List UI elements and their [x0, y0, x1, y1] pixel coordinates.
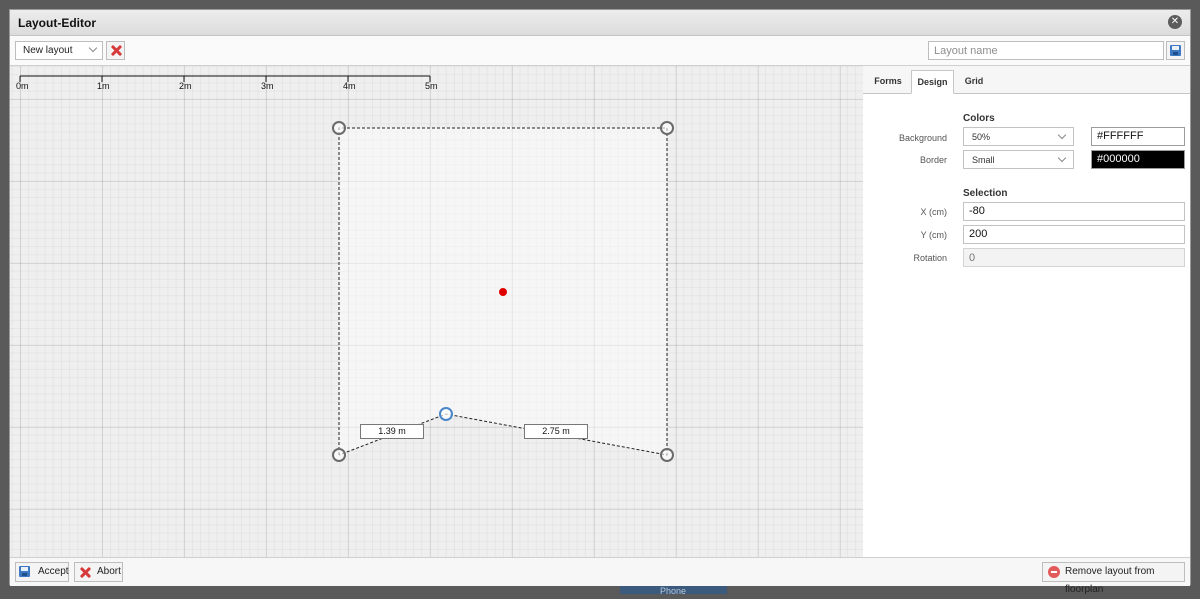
save-floppy-icon: [19, 566, 30, 577]
tab-forms[interactable]: Forms: [867, 70, 909, 94]
layout-canvas[interactable]: 0m 1m 2m 3m 4m 5m 1.39 m 2.75 m: [10, 66, 864, 557]
layout-select[interactable]: New layout: [15, 41, 103, 60]
corner-handle-top-left[interactable]: [332, 121, 346, 135]
x-cm-input[interactable]: -80: [963, 202, 1185, 221]
center-point-icon[interactable]: [499, 288, 507, 296]
y-cm-label: Y (cm): [920, 230, 947, 240]
background-color-field[interactable]: #FFFFFF: [1091, 127, 1185, 146]
delete-x-icon: [110, 44, 122, 56]
layout-shape: [332, 121, 674, 462]
corner-handle-bottom-left[interactable]: [332, 448, 346, 462]
remove-layout-button[interactable]: Remove layout from floorplan: [1042, 562, 1185, 595]
layout-name-input[interactable]: [928, 41, 1164, 60]
footer-bar: Accept Abort Remove layout from floorpla…: [10, 557, 1190, 595]
save-floppy-icon: [1170, 45, 1181, 56]
background-label: Background: [898, 133, 947, 143]
measurement-label-left: 1.39 m: [360, 424, 424, 439]
close-icon: ✕: [1170, 16, 1180, 27]
background-opacity-value: 50%: [972, 132, 991, 142]
rotation-label: Rotation: [913, 253, 947, 263]
accept-label: Accept: [38, 566, 69, 577]
corner-handle-bottom-right[interactable]: [660, 448, 674, 462]
title-bar: Layout-Editor ✕: [10, 10, 1190, 36]
measurement-label-right: 2.75 m: [524, 424, 588, 439]
border-width-value: Small: [972, 155, 995, 165]
abort-x-icon: [79, 566, 91, 578]
y-cm-input[interactable]: 200: [963, 225, 1185, 244]
tab-design[interactable]: Design: [911, 70, 954, 94]
chevron-down-icon: [1058, 154, 1067, 163]
colors-section-title: Colors: [963, 113, 995, 124]
border-label: Border: [919, 155, 947, 165]
background-opacity-select[interactable]: 50%: [963, 127, 1074, 146]
corner-handle-top-right[interactable]: [660, 121, 674, 135]
background-phone-label: Phone: [660, 586, 687, 596]
window-title: Layout-Editor: [18, 16, 96, 30]
panel-tabs: Forms Design Grid: [863, 66, 1190, 94]
delete-layout-button[interactable]: [106, 41, 125, 60]
chevron-down-icon: [1058, 131, 1067, 140]
selected-vertex-handle[interactable]: [439, 407, 453, 421]
accept-button[interactable]: Accept: [15, 562, 69, 582]
chevron-down-icon: [89, 44, 98, 53]
abort-label: Abort: [97, 566, 121, 577]
selection-section-title: Selection: [963, 188, 1008, 199]
close-button[interactable]: ✕: [1168, 15, 1182, 29]
border-color-field[interactable]: #000000: [1091, 150, 1185, 169]
remove-icon: [1048, 566, 1060, 578]
save-layout-button[interactable]: [1166, 41, 1185, 60]
border-width-select[interactable]: Small: [963, 150, 1074, 169]
layout-select-value: New layout: [23, 45, 73, 56]
x-cm-label: X (cm): [920, 207, 948, 217]
rotation-input: [963, 248, 1185, 267]
layout-editor-window: Layout-Editor ✕ New layout 0m 1m 2m: [9, 9, 1191, 595]
properties-panel: Forms Design Grid Colors Background 50% …: [863, 66, 1190, 557]
tab-grid[interactable]: Grid: [956, 70, 992, 94]
toolbar: New layout: [10, 36, 1190, 66]
abort-button[interactable]: Abort: [74, 562, 123, 582]
